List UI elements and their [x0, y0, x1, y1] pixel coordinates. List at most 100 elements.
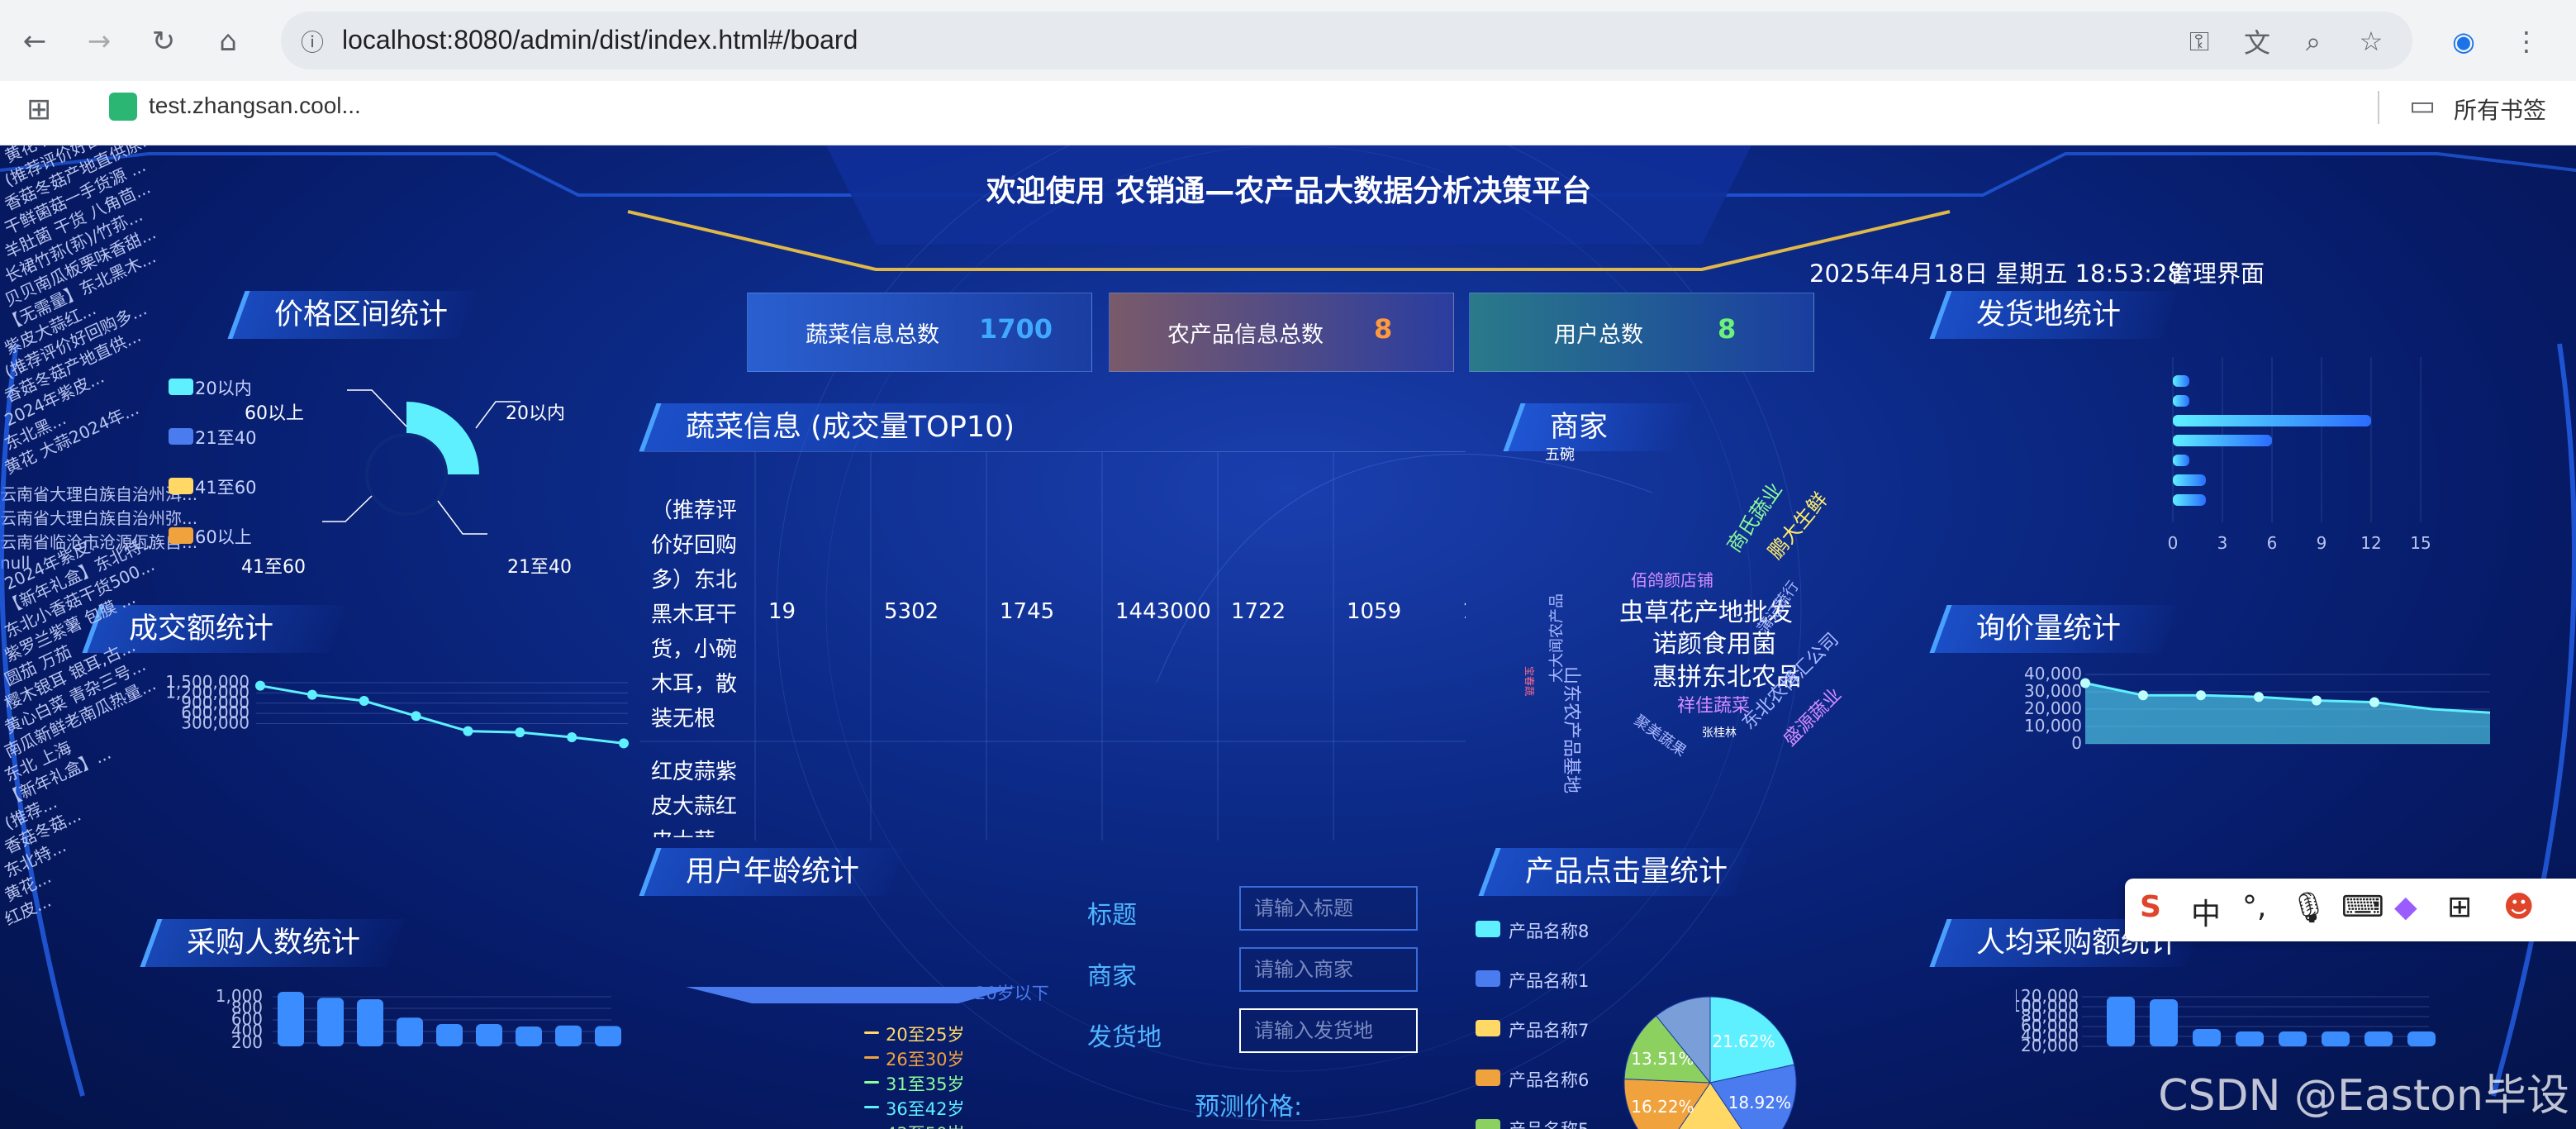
browser-toolbar: ← → ↻ ⌂ ⓘ localhost:8080/admin/dist/inde… [0, 0, 2576, 81]
pie-label: 16.22% [1631, 1097, 1694, 1117]
buyers-chart: 1,000800600400200 [216, 986, 621, 1052]
deal-point [515, 727, 525, 738]
legend-swatch [864, 1031, 879, 1034]
menu-icon[interactable]: ⋮ [2508, 23, 2545, 60]
table-cell: 1745 [1000, 599, 1055, 624]
shipping-bar [2173, 455, 2189, 466]
browser-chrome: ← → ↻ ⌂ ⓘ localhost:8080/admin/dist/inde… [0, 0, 2576, 145]
forward-icon[interactable]: → [78, 20, 121, 63]
shipping-bar [2173, 395, 2189, 407]
ime-punct[interactable]: °, [2242, 890, 2266, 924]
legend-label: 20岁以下 [975, 984, 1049, 1003]
y-tick: 200 [231, 1032, 263, 1052]
table-cell: 1059 [1347, 599, 1402, 624]
legend-label: 36至42岁 [886, 1099, 965, 1119]
star-icon[interactable]: ☆ [2353, 23, 2389, 60]
buyer-bar [397, 1017, 423, 1046]
y-tick: 20,000 [2021, 1036, 2079, 1055]
back-icon[interactable]: ← [13, 20, 56, 63]
mic-icon[interactable]: 🎙 [2290, 890, 2328, 925]
buyer-bar [595, 1026, 621, 1046]
pie-label: 21.62% [1712, 1031, 1775, 1051]
legend-swatch [169, 428, 193, 445]
deal-point [619, 738, 629, 749]
panel-title-buyers: 采购人数统计 [140, 919, 406, 967]
avg-bar [2279, 1031, 2307, 1046]
ime-toolbar: S 中 °, 🎙 ⌨ ◆ ⊞ ☻ [2125, 879, 2576, 941]
legend-swatch [1476, 1069, 1500, 1086]
sogou-icon[interactable]: S [2140, 890, 2161, 924]
url-text[interactable]: localhost:8080/admin/dist/index.html#/bo… [342, 25, 858, 55]
legend-label: 产品名称5 [1509, 1117, 1589, 1129]
shipping-bar [2173, 474, 2206, 486]
skin-icon[interactable]: ◆ [2394, 890, 2417, 924]
mascot-icon[interactable]: ☻ [2503, 890, 2535, 924]
shipping-bar [2173, 375, 2189, 387]
inquiry-point [2369, 697, 2379, 707]
folder-icon: ▭ [2409, 89, 2436, 122]
translate-icon[interactable]: 文 [2239, 23, 2275, 60]
buyer-bar [436, 1024, 463, 1046]
keyboard-icon[interactable]: ⌨ [2341, 890, 2384, 924]
click-stats-chart: 21.62% 18.92% 18.92% 16.22% 13.51% [1623, 996, 1797, 1129]
inquiry-point [2138, 690, 2148, 701]
key-icon[interactable]: ⚿ [2181, 23, 2217, 60]
deal-point [567, 732, 577, 742]
shipping-bar [2173, 415, 2371, 426]
site-info-icon[interactable]: ⓘ [294, 23, 330, 60]
dashboard: 欢迎使用 农销通—农产品大数据分析决策平台 2025年4月18日 星期五 18:… [0, 145, 2576, 1129]
legend-label: 43至50岁 [886, 1121, 964, 1129]
title-input[interactable]: 请输入标题 [1239, 886, 1418, 931]
word-item: 宝春蔬 [1523, 666, 1535, 697]
legend-label: 26至30岁 [886, 1050, 965, 1069]
legend-label: 21至40 [195, 428, 257, 448]
reload-icon[interactable]: ↻ [142, 20, 185, 63]
legend-swatch [1476, 1020, 1500, 1036]
home-icon[interactable]: ⌂ [207, 20, 250, 63]
datetime: 2025年4月18日 星期五 18:53:28 [1809, 260, 2183, 288]
legend-swatch [864, 1106, 879, 1108]
stat-value: 8 [1718, 313, 1737, 345]
admin-link[interactable]: 管理界面 [2169, 255, 2265, 289]
pie-label: 18.92% [1728, 1093, 1791, 1112]
watermark: CSDN @Easton毕设 [2158, 1071, 2569, 1121]
profile-icon[interactable]: ◉ [2445, 23, 2482, 60]
merchant-input[interactable]: 请输入商家 [1239, 947, 1418, 992]
legend-swatch [864, 1081, 879, 1084]
buyer-bar [476, 1024, 502, 1046]
x-tick: 6 [2267, 533, 2278, 553]
legend-label: 31至35岁 [886, 1074, 965, 1094]
word-item: 张桂林 [1702, 726, 1737, 740]
word-item: 五碗 [1545, 446, 1575, 464]
table-cell: 1443000 [1115, 599, 1211, 624]
legend-swatch [1476, 970, 1500, 987]
bookmark-link[interactable]: test.zhangsan.cool... [149, 93, 361, 119]
panel-title-click-stats: 产品点击量统计 [1478, 848, 1752, 896]
shipping-bar [2173, 494, 2206, 506]
word-item: 山东农产品基地 [1561, 666, 1581, 794]
legend-swatch [1476, 921, 1500, 937]
shipping-bar [2173, 435, 2272, 446]
buyer-bar [357, 999, 383, 1046]
panel-title-inquiries: 询价量统计 [1929, 605, 2179, 653]
panel-title-shipping: 发货地统计 [1929, 291, 2179, 339]
apps-icon[interactable]: ⊞ [26, 93, 51, 126]
x-tick: 12 [2360, 533, 2381, 553]
buyer-bar [555, 1025, 582, 1046]
all-bookmarks-link[interactable]: 所有书签 [2454, 93, 2546, 126]
inquiry-point [2312, 695, 2322, 706]
stat-value: 8 [1374, 313, 1393, 345]
avg-bar [2150, 999, 2178, 1046]
ime-lang[interactable]: 中 [2191, 890, 2221, 933]
merchant-label: 商家 [1087, 962, 1137, 991]
avg-bar [2107, 997, 2135, 1046]
legend-swatch [1476, 1119, 1500, 1129]
grid-icon[interactable]: ⊞ [2447, 890, 2472, 924]
x-tick: 15 [2410, 533, 2431, 553]
zoom-icon[interactable]: ⌕ [2295, 23, 2331, 60]
avg-bar [2236, 1031, 2264, 1046]
stat-card-users: 用户总数 8 [1469, 293, 1814, 372]
origin-input[interactable]: 请输入发货地 [1239, 1008, 1418, 1053]
x-tick: 0 [2168, 533, 2179, 553]
table-cell: 5302 [884, 599, 939, 624]
